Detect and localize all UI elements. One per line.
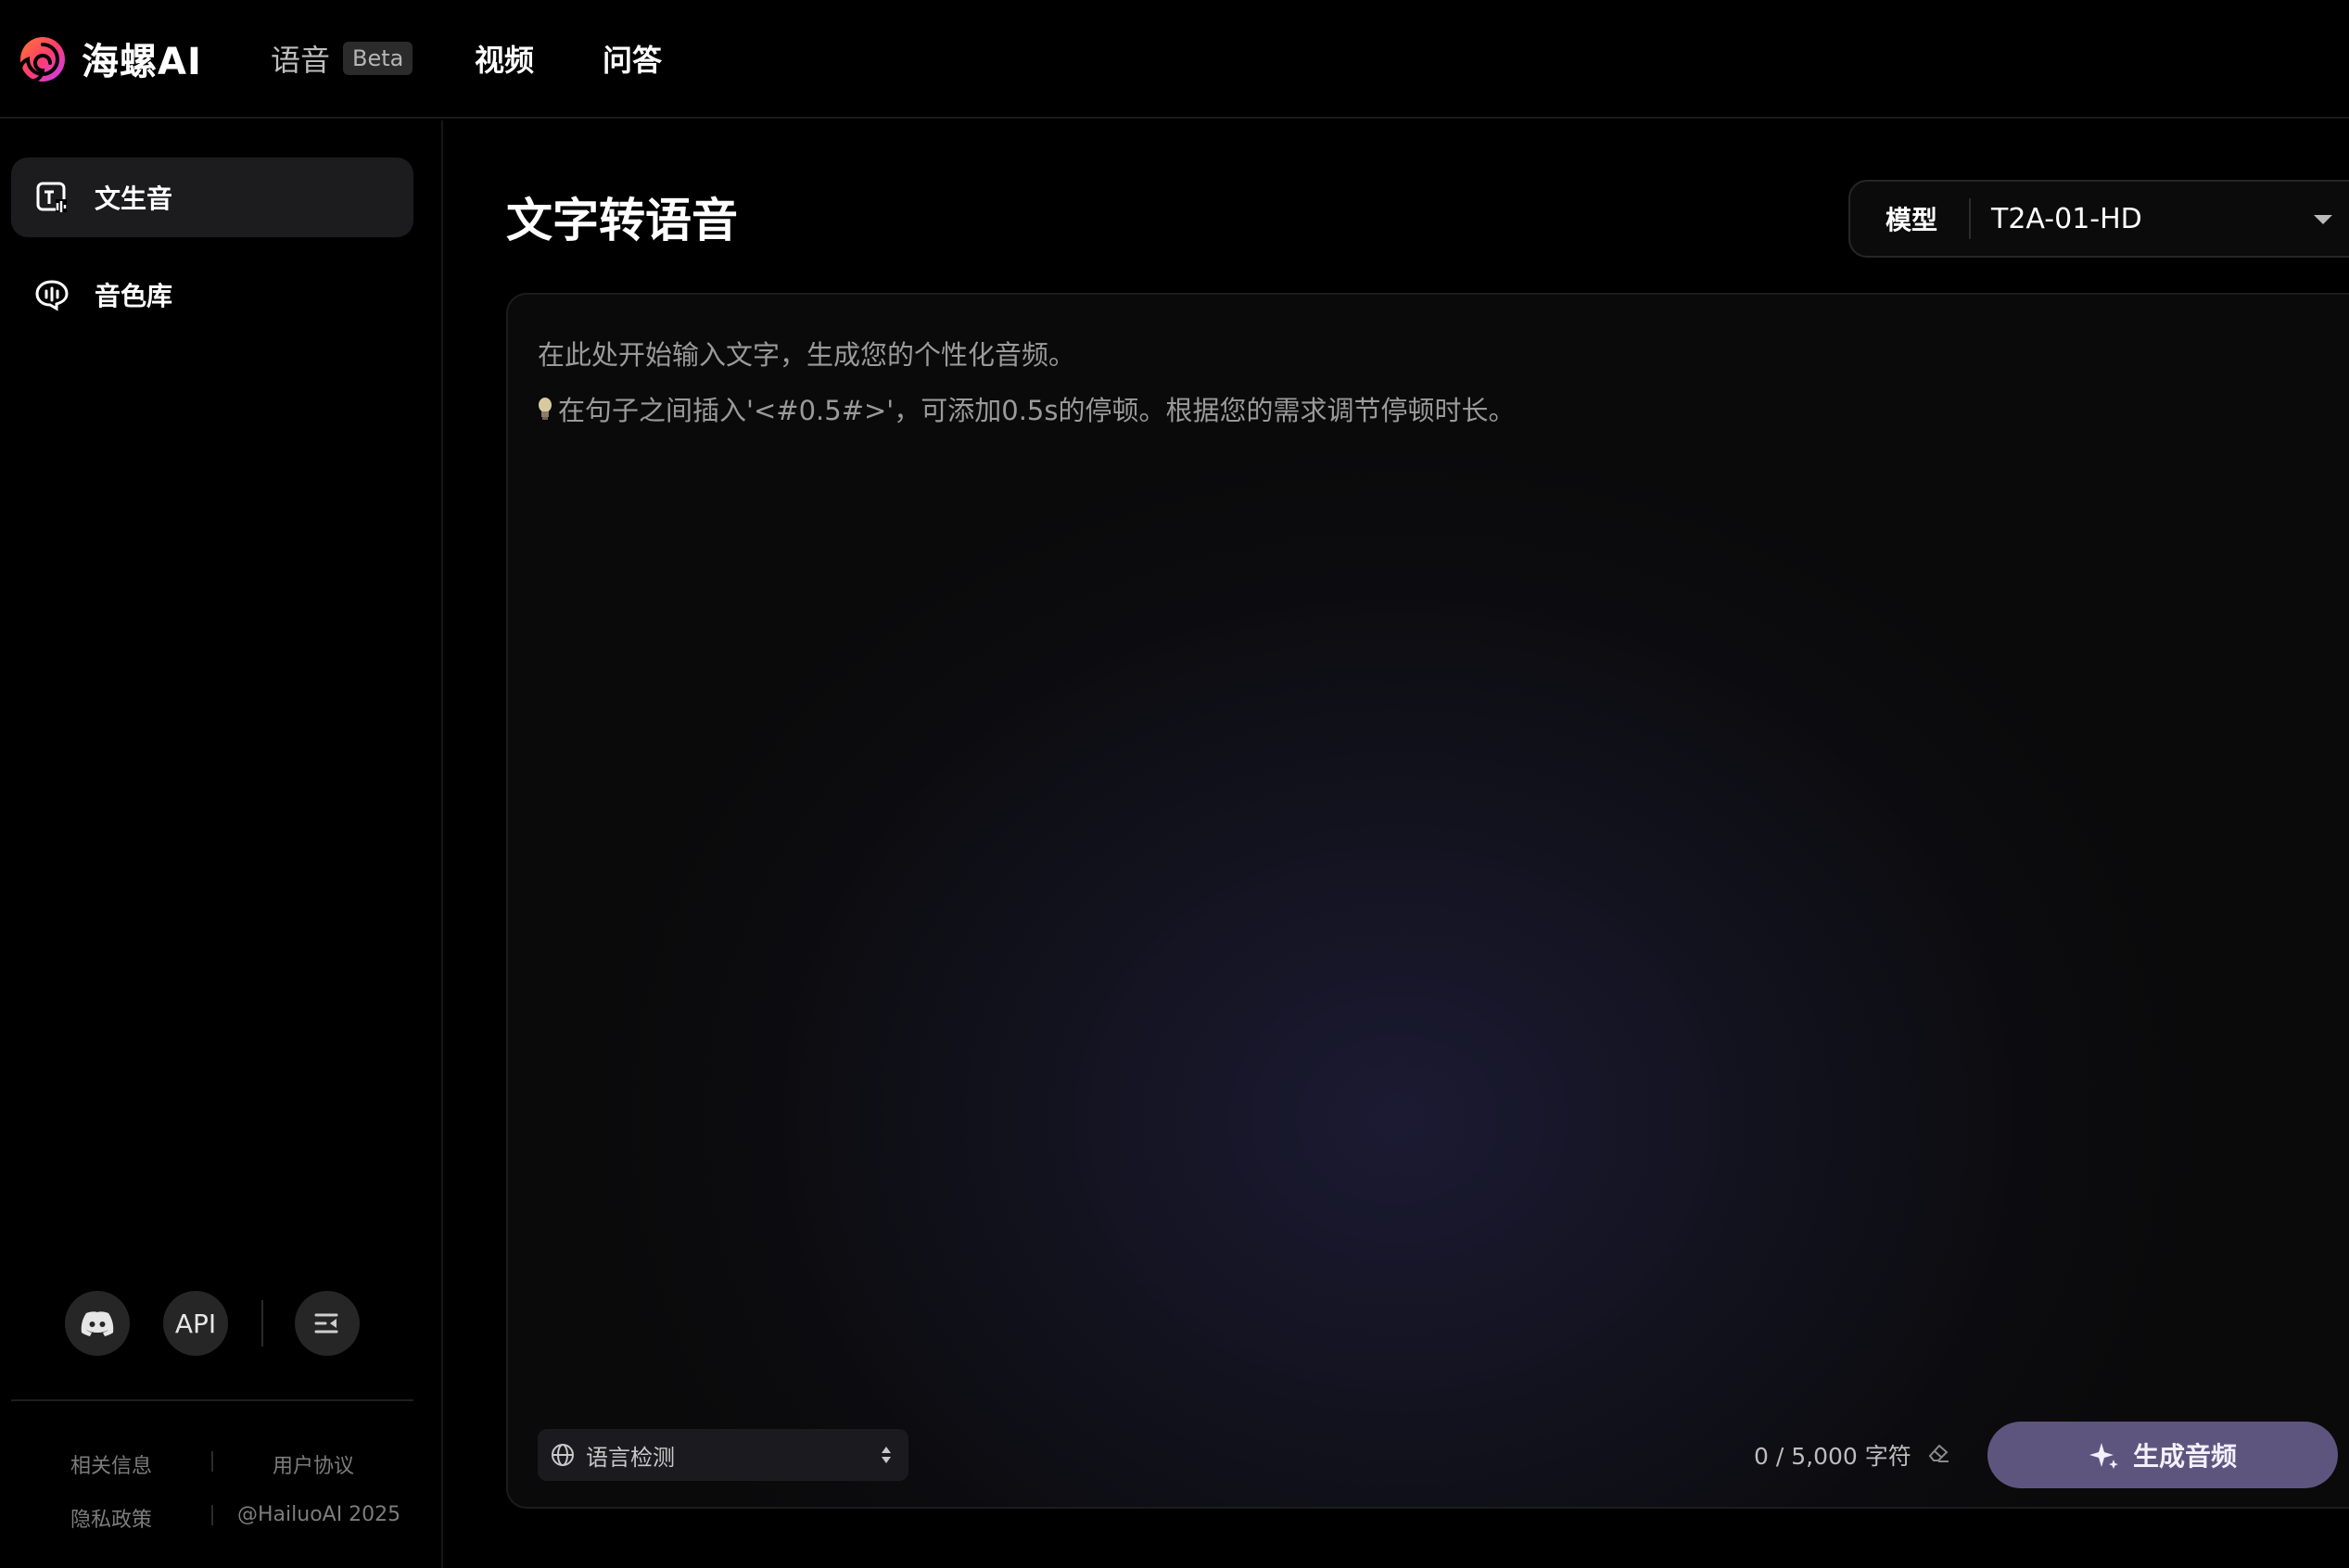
language-select-value: 语言检测	[586, 1444, 675, 1471]
up-down-arrow-icon	[882, 1447, 891, 1463]
text-to-speech-icon	[33, 179, 70, 216]
text-input-area[interactable]: 在此处开始输入文字，生成您的个性化音频。 在句子之间插入'<#0.5#>'，可添…	[506, 293, 2349, 1509]
model-label: 模型	[1886, 205, 1938, 235]
divider	[1969, 198, 1972, 239]
sidebar: 文生音 音色库 API 相关信息 用户协议 隐私政策 @HailuoAI 202…	[0, 120, 443, 1568]
footer-link-related-info[interactable]: 相关信息	[70, 1449, 152, 1479]
character-count: 0 / 5,000 字符	[1754, 1443, 1911, 1470]
api-button[interactable]: API	[163, 1291, 228, 1356]
beta-badge: Beta	[343, 42, 413, 75]
model-value: T2A-01-HD	[1991, 202, 2142, 235]
globe-icon	[552, 1444, 574, 1466]
divider	[261, 1300, 263, 1347]
sparkle-icon	[2089, 1443, 2118, 1469]
page-title: 文字转语音	[506, 194, 738, 247]
footer-link-privacy-policy[interactable]: 隐私政策	[70, 1503, 152, 1533]
collapse-sidebar-button[interactable]	[295, 1291, 360, 1356]
top-navigation-bar: 海螺AI 语音 Beta 视频 问答	[0, 0, 2349, 119]
lightbulb-icon	[539, 398, 552, 420]
placeholder-line-2-text: 在句子之间插入'<#0.5#>'，可添加0.5s的停顿。根据您的需求调节停顿时长…	[558, 395, 1516, 426]
divider	[211, 1451, 213, 1472]
sidebar-item-voice-library[interactable]: 音色库	[11, 255, 413, 335]
footer-link-user-agreement[interactable]: 用户协议	[273, 1449, 354, 1479]
model-selector[interactable]: 模型 T2A-01-HD	[1848, 180, 2349, 258]
copyright-text: @HailuoAI 2025	[237, 1503, 401, 1526]
divider	[11, 1399, 413, 1401]
nav-tab-qa[interactable]: 问答	[603, 37, 662, 80]
voice-library-icon	[33, 276, 70, 313]
hailuo-logo-icon[interactable]	[19, 35, 67, 83]
generate-audio-button[interactable]: 生成音频	[1987, 1422, 2338, 1488]
sidebar-item-label: 文生音	[95, 183, 173, 214]
collapse-sidebar-icon	[314, 1313, 338, 1334]
generate-audio-label: 生成音频	[2132, 1441, 2237, 1472]
divider	[211, 1505, 213, 1525]
sidebar-item-text-to-speech[interactable]: 文生音	[11, 158, 413, 237]
language-select[interactable]: 语言检测	[538, 1429, 908, 1481]
placeholder-line-2: 在句子之间插入'<#0.5#>'，可添加0.5s的停顿。根据您的需求调节停顿时长…	[538, 389, 1516, 428]
brand-name[interactable]: 海螺AI	[82, 32, 202, 85]
nav-tab-video[interactable]: 视频	[475, 37, 534, 80]
discord-icon	[81, 1311, 114, 1336]
discord-button[interactable]	[65, 1291, 130, 1356]
caret-down-icon	[2314, 215, 2332, 224]
placeholder-line-1: 在此处开始输入文字，生成您的个性化音频。	[538, 339, 1076, 371]
eraser-icon[interactable]	[1926, 1440, 1950, 1464]
sidebar-item-label: 音色库	[95, 281, 173, 311]
nav-tab-voice[interactable]: 语音 Beta	[271, 37, 413, 80]
nav-tab-voice-label: 语音	[271, 43, 331, 78]
